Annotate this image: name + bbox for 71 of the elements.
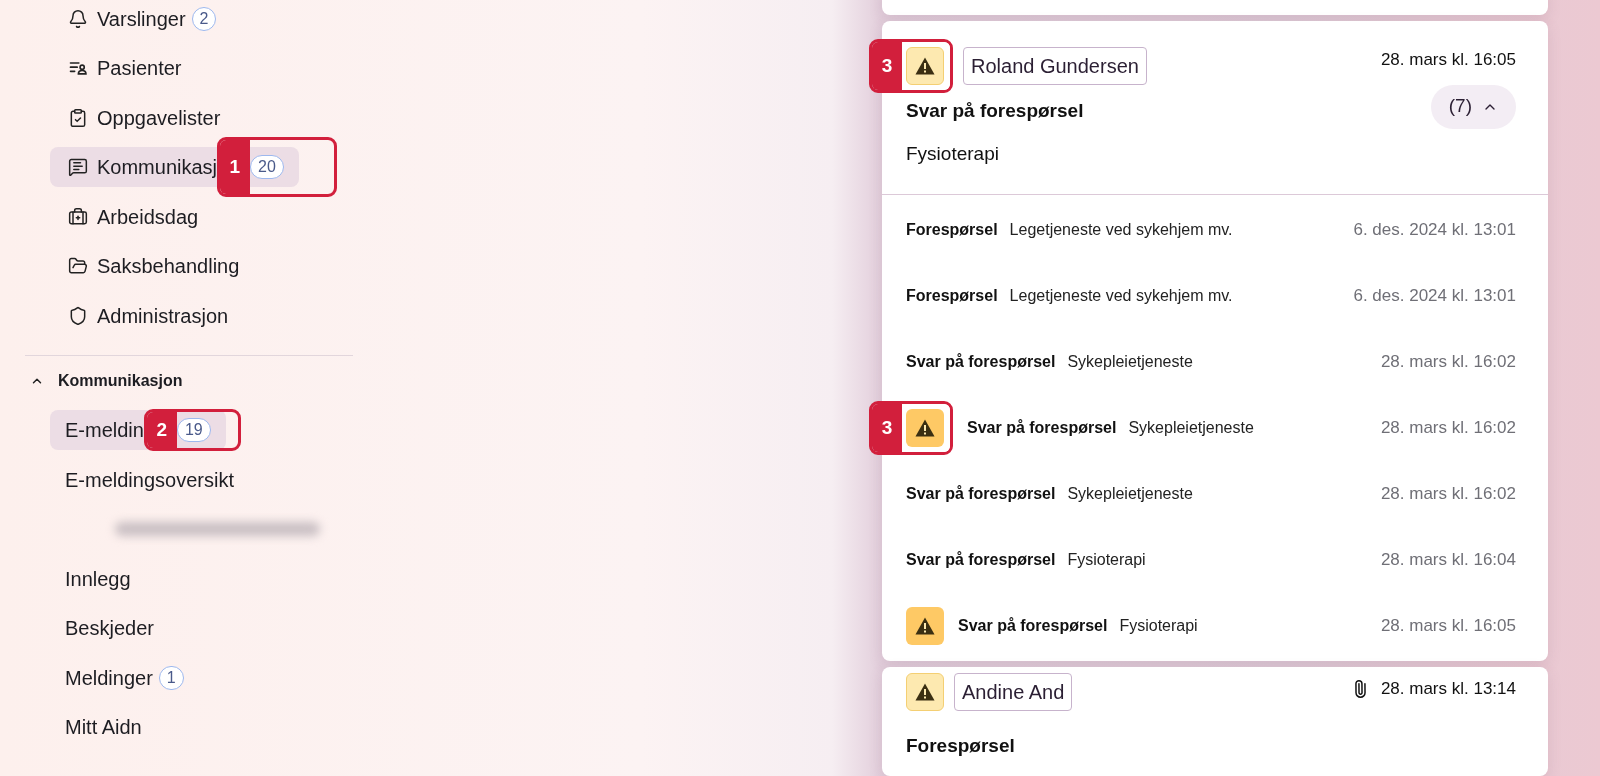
nav-item-label: Kommunikasj [97,155,218,181]
shield-icon [68,305,88,326]
warning-icon [915,57,935,75]
service-name: Fysioterapi [1067,550,1146,570]
sender-tag: Roland Gundersen [963,47,1147,85]
nav-item-label: Pasienter [97,56,182,82]
message-type: Forespørsel [906,220,998,240]
nav-item[interactable]: Varslinger 2 [50,0,232,39]
message-date: 6. des. 2024 kl. 13:01 [1353,219,1516,242]
thread-toggle[interactable]: (7) [1430,84,1516,129]
message-type: Svar på forespørsel [906,352,1056,372]
nav-item[interactable]: Mitt Aidn [50,707,157,748]
nav-item-label: Arbeidsdag [97,204,199,230]
service-name: Fysioterapi [1119,616,1198,636]
nav-item-label: Meldinger [65,665,153,691]
message-title: Svar på forespørsel [906,99,1085,123]
warning-icon [915,683,935,701]
nav-item[interactable]: Pasienter [50,48,197,89]
callout-number: 2 [146,412,177,449]
message-date: 28. mars kl. 16:05 [1380,49,1516,71]
nav-item[interactable]: Innlegg [50,558,146,599]
chat-icon [68,157,88,178]
count-badge: 2 [191,6,217,31]
count-badge: 1 [158,665,184,690]
message-title: Forespørsel [906,734,1016,758]
service-name: Sykepleietjeneste [1067,352,1193,372]
nav-item[interactable]: Administrasjon [50,295,244,336]
nav-item[interactable]: E-meldingsoversikt [50,459,249,500]
service-name: Legetjeneste ved sykehjem mv. [1009,286,1233,306]
callout-number: 1 [219,140,250,195]
message-subtitle: Fysioterapi [906,141,1000,166]
nav-item[interactable]: Oppgavelister [50,97,236,138]
message-type: Svar på forespørsel [906,550,1056,570]
nav-item-label: Innlegg [65,566,131,592]
message-type: Svar på forespørsel [958,616,1108,636]
nav-item-label: Saksbehandling [97,254,240,280]
nav-item[interactable]: Beskjeder [50,608,169,649]
nav-item-label: E-meldin [65,418,144,444]
nav-item-label: Oppgavelister [97,105,221,131]
sender-tag: Andine And [954,673,1073,711]
nav-item-label: Beskjeder [65,616,154,642]
nav-item-label: Mitt Aidn [65,715,142,741]
message-date: 28. mars kl. 13:14 [1380,678,1516,701]
service-name: Sykepleietjeneste [1067,484,1193,504]
medical-kit-icon [68,206,88,227]
message-date: 28. mars kl. 16:02 [1380,483,1516,506]
nav-item-label: Varslinger [97,6,186,32]
nav-item[interactable]: Saksbehandling [50,246,255,287]
callout-number: 3 [872,42,902,90]
count-badge: 20 [250,155,284,180]
nav-item-label: Administrasjon [97,303,229,329]
nav-item[interactable]: Arbeidsdag [50,196,214,237]
bell-icon [68,8,88,29]
warning-icon [915,419,935,437]
warning-icon [915,617,935,635]
message-type: Forespørsel [906,286,998,306]
callout-number: 3 [872,404,902,452]
section-title: Kommunikasjon [58,370,183,391]
service-name: Legetjeneste ved sykehjem mv. [1009,220,1233,240]
count-badge: 19 [176,418,211,443]
clipboard-check-icon [68,107,88,128]
nav-item[interactable]: Meldinger 1 [50,657,199,698]
message-date: 28. mars kl. 16:02 [1380,351,1516,374]
message-type: Svar på forespørsel [906,484,1056,504]
message-date: 28. mars kl. 16:02 [1380,417,1516,440]
message-type: Svar på forespørsel [967,418,1117,438]
nav-item-label: E-meldingsoversikt [65,467,234,493]
message-date: 28. mars kl. 16:04 [1380,549,1516,572]
service-name: Sykepleietjeneste [1128,418,1254,438]
message-date: 6. des. 2024 kl. 13:01 [1353,285,1516,308]
message-date: 28. mars kl. 16:05 [1380,615,1516,638]
